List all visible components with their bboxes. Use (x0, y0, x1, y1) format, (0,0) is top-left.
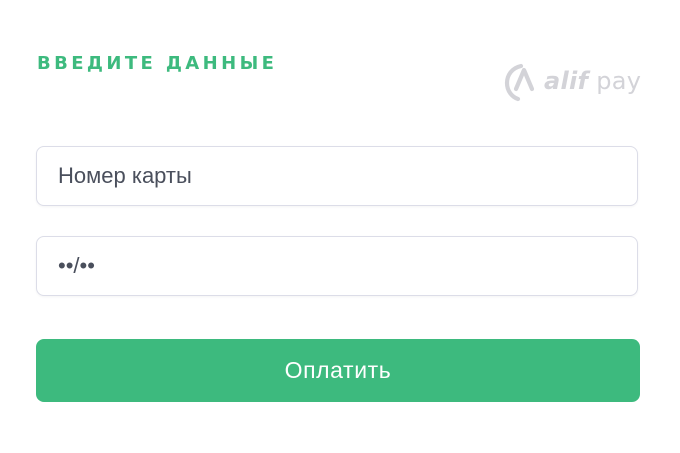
card-number-field[interactable] (36, 146, 638, 206)
page-title: ВВЕДИТЕ ДАННЫЕ (37, 53, 278, 74)
pay-button[interactable]: Оплатить (36, 339, 640, 402)
logo-wordmark: alif pay (544, 67, 641, 95)
logo-brand-text: alif (544, 67, 589, 95)
expiry-input[interactable] (37, 237, 637, 295)
alif-pay-logo: alif pay (504, 60, 641, 102)
logo-product-text: pay (596, 67, 642, 95)
expiry-field[interactable] (36, 236, 638, 296)
card-number-input[interactable] (37, 147, 637, 205)
alif-logo-icon (504, 63, 535, 102)
